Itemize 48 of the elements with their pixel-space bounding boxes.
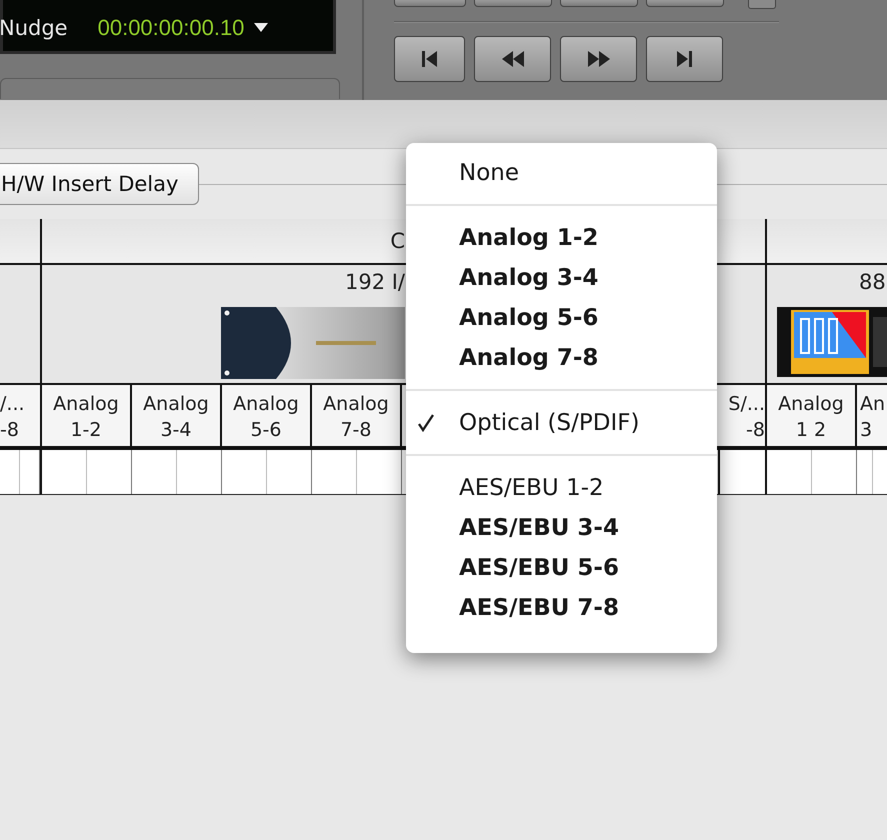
menu-item[interactable]: None — [406, 153, 717, 193]
column-header-text: 7-8 — [340, 418, 372, 443]
column-header-text: Analog — [778, 392, 844, 417]
toolbar-button[interactable] — [474, 0, 552, 7]
dropdown-arrow-icon — [254, 23, 268, 33]
column-header-text: 5-6 — [250, 418, 282, 443]
end-icon — [677, 51, 692, 67]
toolbar-button[interactable] — [748, 0, 776, 9]
column-header-text: 1 2 — [796, 418, 826, 443]
nudge-label: Nudge — [0, 16, 68, 40]
group-header: C — [390, 228, 405, 255]
menu-item[interactable]: AES/EBU 3-4 — [406, 508, 717, 548]
transport-button[interactable] — [560, 36, 637, 82]
interface-name: 88 — [858, 269, 886, 295]
toolbar-button[interactable] — [394, 0, 466, 7]
column-header-text: An — [860, 392, 886, 417]
start-icon — [422, 51, 437, 67]
menu-item[interactable]: AES/EBU 5-6 — [406, 548, 717, 588]
menu-item[interactable]: AES/EBU 1-2 — [406, 468, 717, 508]
transport-button[interactable] — [394, 36, 465, 82]
toolbar-button[interactable] — [646, 0, 724, 7]
column-header-text: Analog — [53, 392, 119, 417]
menu-item[interactable]: Analog 7-8 — [406, 338, 717, 378]
column-header-text: Analog — [143, 392, 209, 417]
transport-button[interactable] — [646, 36, 723, 82]
menu-item[interactable]: Analog 5-6 — [406, 298, 717, 338]
interface-name: 192 I/ — [344, 269, 405, 295]
menu-item[interactable]: Optical (S/PDIF) — [406, 403, 717, 443]
column-header-text: 1-2 — [70, 418, 102, 443]
transport-button[interactable] — [474, 36, 551, 82]
rewind-icon — [502, 51, 524, 67]
fast-forward-icon — [588, 51, 610, 67]
column-header-text: -8 — [746, 418, 765, 443]
column-header-text: 3 — [860, 418, 872, 443]
menu-item[interactable]: AES/EBU 7-8 — [406, 588, 717, 628]
menu-item[interactable]: Analog 1-2 — [406, 218, 717, 258]
checkmark-icon — [418, 414, 434, 432]
nudge-value[interactable]: 00:00:00:00.10 — [98, 15, 244, 41]
table-cell[interactable] — [718, 450, 765, 495]
column-header-text: 3-4 — [160, 418, 192, 443]
column-header-text: Analog — [233, 392, 299, 417]
toolbar-button[interactable] — [560, 0, 638, 7]
column-header-text: Analog — [323, 392, 389, 417]
column-header-text: /... — [0, 392, 25, 417]
column-header-text: S/... — [728, 392, 765, 417]
insert-delay-button[interactable]: H/W Insert Delay — [0, 163, 200, 205]
menu-item[interactable]: Analog 3-4 — [406, 258, 717, 298]
column-header-text: -8 — [0, 418, 19, 443]
